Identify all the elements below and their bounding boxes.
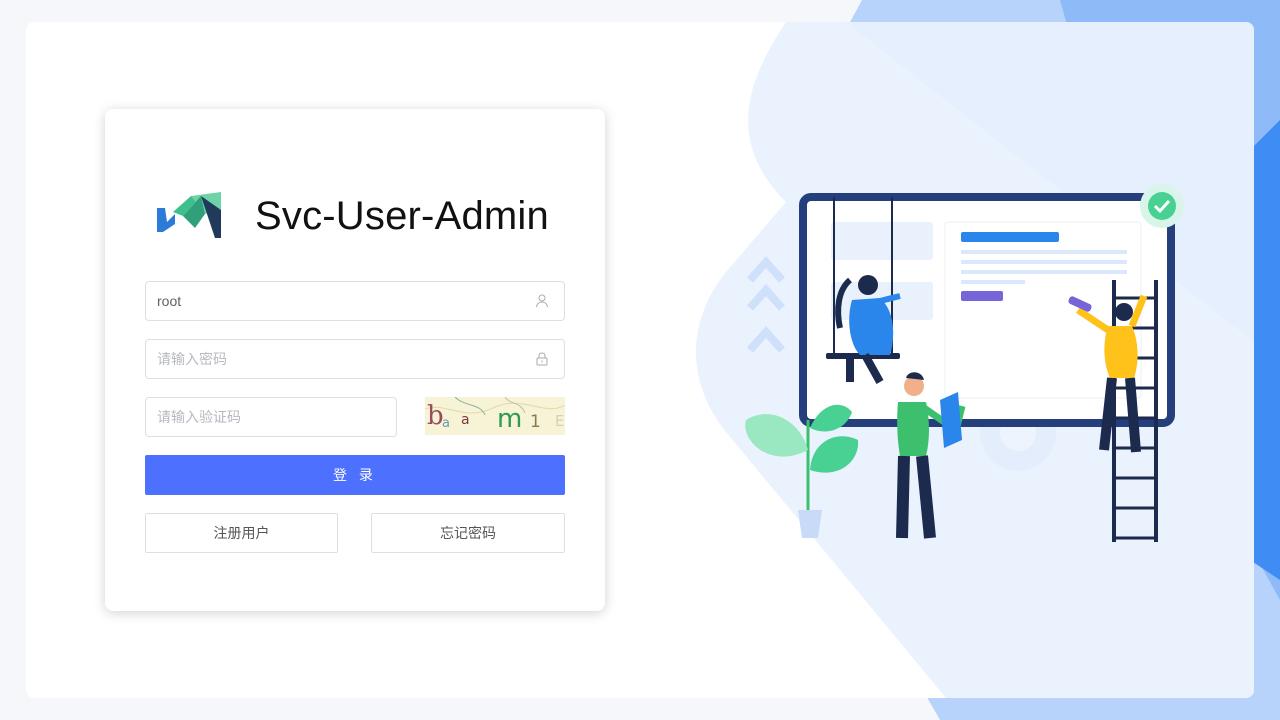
- app-logo: [157, 192, 221, 238]
- svg-text:a: a: [461, 412, 470, 428]
- password-input[interactable]: [146, 340, 564, 378]
- user-icon: [536, 294, 548, 308]
- app-title: Svc-User-Admin: [255, 193, 549, 238]
- svg-text:m: m: [497, 404, 522, 434]
- captcha-graphic: b a a m 1 E: [425, 397, 565, 434]
- chevron-up-icon: [747, 255, 785, 353]
- captcha-input[interactable]: [146, 398, 396, 436]
- svg-text:E: E: [555, 412, 564, 430]
- captcha-field[interactable]: [145, 397, 397, 437]
- captcha-image[interactable]: b a a m 1 E: [425, 397, 565, 435]
- brand-header: Svc-User-Admin: [155, 187, 549, 245]
- svg-text:1: 1: [530, 412, 541, 432]
- login-card: Svc-User-Admin b a a m 1 E 登: [105, 109, 605, 611]
- team-illustration: [745, 184, 1184, 542]
- password-field[interactable]: [145, 339, 565, 379]
- lock-icon: [536, 352, 548, 366]
- forgot-password-button[interactable]: 忘记密码: [371, 513, 565, 553]
- svg-text:a: a: [442, 416, 450, 431]
- register-button[interactable]: 注册用户: [145, 513, 338, 553]
- login-button[interactable]: 登 录: [145, 455, 565, 495]
- username-input[interactable]: [146, 282, 564, 320]
- username-field[interactable]: [145, 281, 565, 321]
